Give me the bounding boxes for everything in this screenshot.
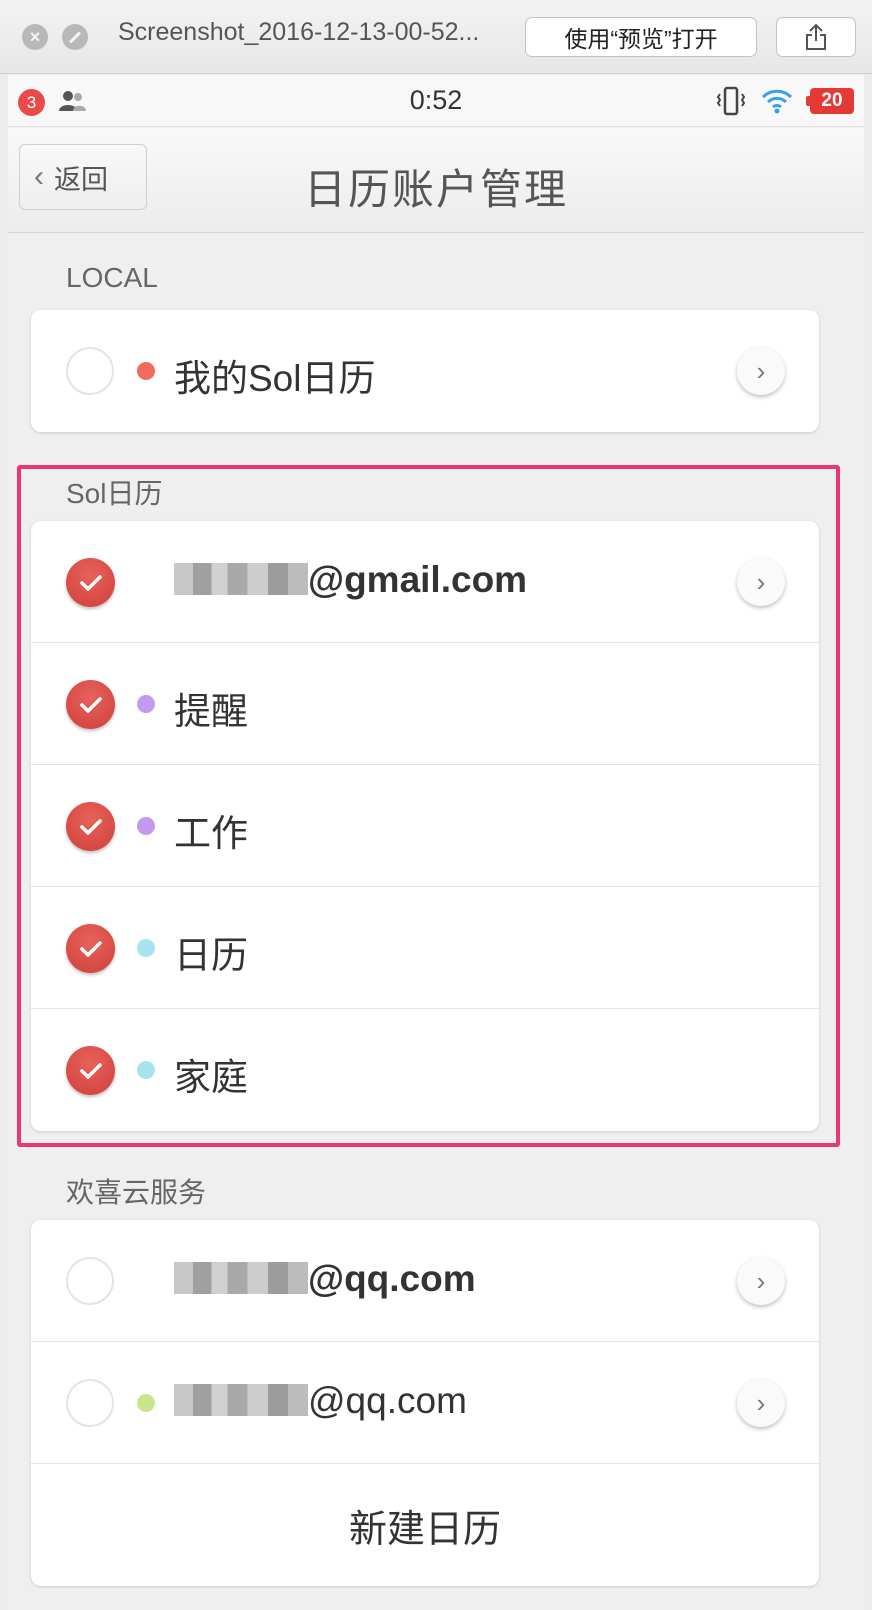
sol-card: @gmail.com › 提醒 工作 日历 家庭	[31, 521, 819, 1131]
checked-radio[interactable]	[66, 680, 115, 729]
unchecked-radio[interactable]	[66, 347, 114, 395]
calendar-name: 家庭	[174, 1057, 248, 1098]
calendar-name: 日历	[174, 935, 248, 976]
share-button[interactable]	[776, 17, 856, 57]
checkmark-icon	[79, 696, 102, 713]
open-with-preview-button[interactable]: 使用“预览”打开	[525, 17, 757, 57]
checked-radio[interactable]	[66, 924, 115, 973]
vibrate-icon	[716, 86, 746, 116]
phone-screen: 3 0:52 20 ‹ 返回 日历账户管理 LOCAL 我的Sol日历 › So…	[8, 75, 864, 1610]
checked-radio[interactable]	[66, 802, 115, 851]
checkmark-icon	[79, 1062, 102, 1079]
calendar-row-qq[interactable]: @qq.com ›	[31, 1342, 819, 1464]
calendar-color-dot	[137, 939, 155, 957]
account-email: @qq.com	[174, 1258, 476, 1300]
calendar-color-dot	[137, 817, 155, 835]
unchecked-radio[interactable]	[66, 1257, 114, 1305]
chevron-right-icon[interactable]: ›	[737, 1379, 785, 1427]
new-calendar-button[interactable]: 新建日历	[31, 1464, 819, 1586]
account-email: @gmail.com	[174, 559, 527, 601]
quicklook-toolbar: × Screenshot_2016-12-13-00-52... 使用“预览”打…	[0, 0, 872, 74]
calendar-color-dot	[137, 1394, 155, 1412]
chevron-right-icon[interactable]: ›	[737, 558, 785, 606]
page-title: 日历账户管理	[303, 166, 568, 213]
local-card: 我的Sol日历 ›	[31, 310, 819, 432]
account-row-gmail[interactable]: @gmail.com ›	[31, 521, 819, 643]
window-title: Screenshot_2016-12-13-00-52...	[118, 18, 480, 46]
redacted-username	[174, 563, 308, 595]
section-header-local: LOCAL	[66, 262, 158, 293]
section-header-huanxi: 欢喜云服务	[66, 1177, 207, 1208]
calendar-name: 工作	[174, 813, 248, 854]
calendar-row-my-sol[interactable]: 我的Sol日历 ›	[31, 310, 819, 432]
checkmark-icon	[79, 940, 102, 957]
calendar-row-family[interactable]: 家庭	[31, 1009, 819, 1131]
account-row-qq[interactable]: @qq.com ›	[31, 1220, 819, 1342]
battery-indicator: 20	[806, 88, 854, 114]
calendar-row-reminder[interactable]: 提醒	[31, 643, 819, 765]
checked-radio[interactable]	[66, 1046, 115, 1095]
calendar-name: 我的Sol日历	[174, 358, 376, 399]
share-icon	[806, 23, 826, 50]
calendar-color-dot	[137, 1061, 155, 1079]
wifi-icon	[761, 89, 793, 114]
fullscreen-icon[interactable]	[62, 24, 88, 50]
checked-radio[interactable]	[66, 558, 115, 607]
checkmark-icon	[79, 818, 102, 835]
navigation-bar: ‹ 返回 日历账户管理	[8, 128, 864, 233]
close-window-icon[interactable]: ×	[22, 24, 48, 50]
huanxi-card: @qq.com › @qq.com › 新建日历	[31, 1220, 819, 1586]
calendar-name: 提醒	[174, 691, 248, 732]
checkmark-icon	[79, 574, 102, 591]
redacted-username	[174, 1384, 308, 1416]
section-header-sol: Sol日历	[66, 478, 163, 509]
calendar-color-dot	[137, 362, 155, 380]
chevron-right-icon[interactable]: ›	[737, 347, 785, 395]
redacted-username	[174, 1262, 308, 1294]
status-bar: 3 0:52 20	[8, 75, 864, 127]
calendar-color-dot	[137, 695, 155, 713]
unchecked-radio[interactable]	[66, 1379, 114, 1427]
chevron-right-icon[interactable]: ›	[737, 1257, 785, 1305]
calendar-email: @qq.com	[174, 1380, 467, 1422]
calendar-row-calendar[interactable]: 日历	[31, 887, 819, 1009]
calendar-row-work[interactable]: 工作	[31, 765, 819, 887]
